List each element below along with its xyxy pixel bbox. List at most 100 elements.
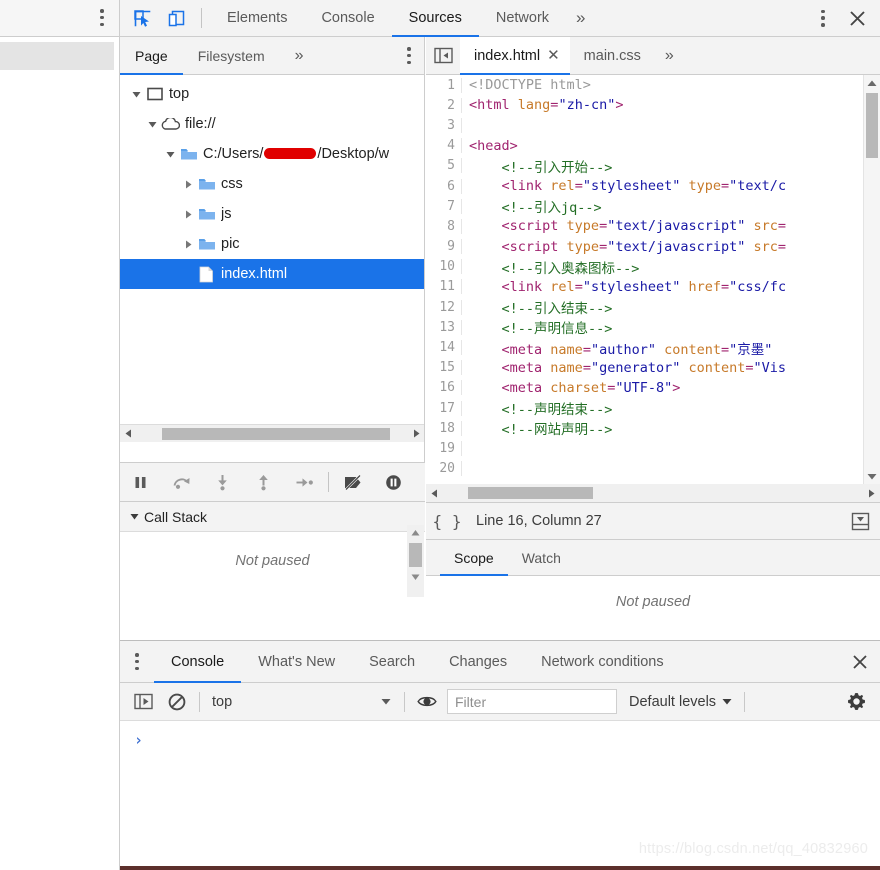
- line-number[interactable]: 1: [426, 77, 462, 93]
- code-horizontal-scrollbar[interactable]: [426, 484, 880, 502]
- watch-tab[interactable]: Watch: [508, 540, 575, 575]
- twisty-collapsed-icon[interactable]: [180, 240, 196, 249]
- editor-tab-index-html[interactable]: index.html ✕: [460, 37, 570, 75]
- pretty-print-icon[interactable]: { }: [426, 512, 468, 531]
- device-toolbar-icon[interactable]: [159, 0, 193, 36]
- live-expression-icon[interactable]: [410, 687, 444, 717]
- clear-console-icon[interactable]: [160, 687, 194, 717]
- tab-sources[interactable]: Sources: [391, 0, 480, 37]
- code-editor[interactable]: 1 <!DOCTYPE html> 2 <html lang="zh-cn"> 3 4 <h…: [426, 75, 880, 502]
- inspect-element-icon[interactable]: [125, 0, 159, 36]
- tree-item-css[interactable]: css: [120, 169, 424, 199]
- step-over-button[interactable]: [161, 463, 202, 502]
- step-out-button[interactable]: [243, 463, 284, 502]
- line-number[interactable]: 18: [426, 420, 462, 436]
- code-scroll-track[interactable]: [443, 484, 863, 502]
- navigator-more-tabs-icon[interactable]: »: [280, 37, 317, 74]
- pause-resume-script-button[interactable]: [120, 463, 161, 502]
- twisty-expanded-icon[interactable]: [162, 150, 178, 159]
- console-sidebar-icon[interactable]: [126, 687, 160, 717]
- line-number[interactable]: 5: [426, 158, 462, 174]
- tree-item-index-html[interactable]: index.html: [120, 259, 424, 289]
- drawer-tab-whats-new[interactable]: What's New: [241, 641, 352, 682]
- line-number[interactable]: 7: [426, 198, 462, 214]
- scroll-right-icon[interactable]: [408, 429, 424, 438]
- drawer-tab-console[interactable]: Console: [154, 641, 242, 683]
- console-filter-input[interactable]: Filter: [447, 689, 617, 714]
- twisty-collapsed-icon[interactable]: [180, 180, 196, 189]
- more-tabs-icon[interactable]: »: [566, 0, 593, 36]
- tab-network[interactable]: Network: [479, 0, 566, 36]
- show-drawer-icon[interactable]: [851, 512, 880, 531]
- pause-on-exceptions-button[interactable]: [373, 463, 414, 502]
- scope-tab[interactable]: Scope: [440, 540, 508, 576]
- tree-item-top[interactable]: top: [120, 79, 424, 109]
- editor-tab-main-css[interactable]: main.css: [570, 37, 651, 74]
- tree-item-project-folder[interactable]: C:/Users/ /Desktop/w: [120, 139, 424, 169]
- call-stack-scroll-thumb[interactable]: [409, 543, 422, 567]
- tab-console[interactable]: Console: [304, 0, 391, 36]
- line-number[interactable]: 6: [426, 178, 462, 194]
- navigator-scroll-track[interactable]: [137, 425, 408, 443]
- close-drawer-icon[interactable]: [840, 641, 880, 682]
- code-scroll-thumb[interactable]: [866, 93, 878, 158]
- scroll-down-icon[interactable]: [864, 468, 880, 484]
- line-number[interactable]: 19: [426, 440, 462, 456]
- scroll-down-icon[interactable]: [407, 569, 424, 585]
- line-number[interactable]: 14: [426, 340, 462, 356]
- twisty-expanded-icon[interactable]: [128, 90, 144, 99]
- navigator-menu-icon[interactable]: [394, 37, 424, 74]
- navigator-tab-page[interactable]: Page: [120, 37, 183, 75]
- deactivate-breakpoints-button[interactable]: [332, 463, 373, 502]
- twisty-collapsed-icon[interactable]: [180, 210, 196, 219]
- line-number[interactable]: 13: [426, 319, 462, 335]
- step-button[interactable]: [284, 463, 325, 502]
- scroll-up-icon[interactable]: [864, 75, 880, 91]
- code-scroller[interactable]: 1 <!DOCTYPE html> 2 <html lang="zh-cn"> 3 4 <h…: [426, 75, 863, 502]
- call-stack-twisty-icon[interactable]: [124, 512, 144, 521]
- console-output[interactable]: ›: [120, 722, 880, 870]
- drawer-tab-changes[interactable]: Changes: [432, 641, 524, 682]
- navigator-horizontal-scrollbar[interactable]: [120, 424, 424, 442]
- line-number[interactable]: 12: [426, 299, 462, 315]
- code-vertical-scrollbar[interactable]: [863, 75, 880, 484]
- console-context-selector[interactable]: top: [205, 694, 399, 710]
- navigator-scroll-thumb[interactable]: [162, 427, 390, 440]
- console-levels-selector[interactable]: Default levels: [629, 694, 732, 710]
- tree-item-file-scheme[interactable]: file://: [120, 109, 424, 139]
- tab-elements[interactable]: Elements: [210, 0, 304, 36]
- call-stack-scrollbar[interactable]: [407, 525, 424, 597]
- line-number[interactable]: 3: [426, 117, 462, 133]
- editor-tab-close-icon[interactable]: ✕: [547, 48, 560, 63]
- main-menu-icon[interactable]: [806, 9, 840, 27]
- line-number[interactable]: 2: [426, 97, 462, 113]
- step-into-button[interactable]: [202, 463, 243, 502]
- drawer-tab-search[interactable]: Search: [352, 641, 432, 682]
- page-strip-kebab-button[interactable]: [94, 9, 110, 27]
- line-number[interactable]: 4: [426, 138, 462, 154]
- tree-item-js[interactable]: js: [120, 199, 424, 229]
- line-number[interactable]: 8: [426, 218, 462, 234]
- scroll-left-icon[interactable]: [426, 489, 443, 498]
- tree-item-pic[interactable]: pic: [120, 229, 424, 259]
- editor-more-tabs-icon[interactable]: »: [651, 37, 682, 74]
- close-devtools-icon[interactable]: [840, 0, 874, 37]
- code-scroll-h-thumb[interactable]: [468, 487, 593, 499]
- line-number[interactable]: 16: [426, 380, 462, 396]
- navigator-tab-filesystem[interactable]: Filesystem: [183, 37, 280, 74]
- twisty-expanded-icon[interactable]: [144, 120, 160, 129]
- line-number[interactable]: 10: [426, 259, 462, 275]
- scroll-up-icon[interactable]: [407, 525, 424, 541]
- line-number[interactable]: 11: [426, 279, 462, 295]
- show-navigator-icon[interactable]: [426, 37, 460, 74]
- scroll-left-icon[interactable]: [120, 429, 137, 438]
- drawer-menu-icon[interactable]: [120, 641, 154, 682]
- console-prompt-input[interactable]: ›: [120, 722, 880, 749]
- line-number[interactable]: 17: [426, 400, 462, 416]
- scroll-right-icon[interactable]: [863, 489, 880, 498]
- line-number[interactable]: 9: [426, 239, 462, 255]
- console-settings-icon[interactable]: [838, 687, 874, 717]
- call-stack-header[interactable]: Call Stack: [120, 502, 425, 532]
- drawer-tab-network-conditions[interactable]: Network conditions: [524, 641, 681, 682]
- line-number[interactable]: 20: [426, 461, 462, 477]
